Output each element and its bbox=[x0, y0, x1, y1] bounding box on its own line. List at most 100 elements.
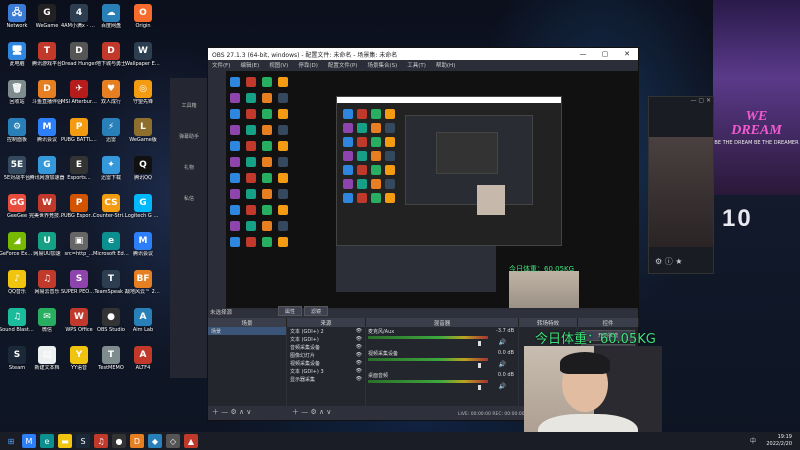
desktop-shortcut[interactable]: ☁ 百度网盘 bbox=[94, 4, 128, 40]
desktop-shortcut[interactable]: CSCounter-Strike Global Off... bbox=[93, 194, 129, 230]
close-icon[interactable]: ✕ bbox=[616, 50, 638, 58]
menu-item[interactable]: 帮助(H) bbox=[436, 61, 455, 69]
desktop-shortcut[interactable]: O Origin bbox=[126, 4, 160, 40]
scenes-list[interactable]: 场景 bbox=[208, 327, 286, 406]
visibility-icon[interactable]: 👁 bbox=[356, 344, 362, 350]
desktop-shortcut[interactable]: G Logitech G HUB bbox=[125, 194, 161, 230]
volume-slider[interactable] bbox=[478, 385, 481, 390]
side-message[interactable]: 私信 bbox=[170, 195, 208, 202]
desktop-shortcut[interactable]: ▣ src=http_... bbox=[62, 232, 96, 268]
clock[interactable]: 19:19 2022/2/20 bbox=[766, 434, 792, 448]
meeting-taskbar-icon[interactable]: M bbox=[22, 434, 36, 448]
desktop-shortcut[interactable]: Y YY语音 bbox=[62, 346, 96, 382]
visibility-icon[interactable]: 👁 bbox=[356, 376, 362, 382]
desktop-shortcut[interactable]: ● OBS Studio bbox=[94, 308, 128, 344]
side-gift[interactable]: 礼物 bbox=[170, 164, 208, 171]
menu-item[interactable]: 配置文件(P) bbox=[328, 61, 358, 69]
maximize-icon[interactable]: ▢ bbox=[594, 50, 616, 58]
desktop-shortcut[interactable]: 🖧 Network bbox=[0, 4, 34, 40]
desktop-shortcut[interactable]: T TestMEMO bbox=[94, 346, 128, 382]
game-toolbar-icons[interactable]: ⚙ ⓘ ★ bbox=[655, 256, 682, 267]
desktop-shortcut[interactable]: G WeGame bbox=[30, 4, 64, 40]
speaker-icon[interactable]: 🔊 bbox=[499, 383, 506, 390]
desktop-shortcut[interactable]: ▤ 新建文本档 bbox=[30, 346, 64, 382]
visibility-icon[interactable]: 👁 bbox=[356, 328, 362, 334]
desktop-shortcut[interactable]: E Esports... bbox=[62, 156, 96, 192]
desktop-shortcut[interactable]: 44AM小满x - 直播_热... bbox=[61, 4, 97, 40]
source-toolbar-icons[interactable]: ＋ — ⚙ ∧ ∨ bbox=[292, 407, 331, 417]
menu-item[interactable]: 工具(T) bbox=[407, 61, 426, 69]
menu-item[interactable]: 视图(V) bbox=[269, 61, 288, 69]
desktop-shortcut[interactable]: D Dread Hunger bbox=[61, 42, 97, 78]
mixer-channel[interactable]: 桌面音频 0.0 dB 🔊 bbox=[366, 371, 518, 393]
source-item[interactable]: 图像幻灯片 👁 bbox=[287, 351, 365, 359]
menu-item[interactable]: 文件(F) bbox=[212, 61, 230, 69]
desktop-shortcut[interactable]: W完美世界竞技平台 bbox=[29, 194, 65, 230]
douyu-taskbar-icon[interactable]: D bbox=[130, 434, 144, 448]
desktop-shortcut[interactable]: ♪ QQ音乐 bbox=[0, 270, 34, 306]
properties-button[interactable]: 属性 bbox=[278, 306, 302, 316]
desktop-shortcut[interactable]: ✦ 迅雷下载 bbox=[94, 156, 128, 192]
desktop-shortcut[interactable]: S Steam bbox=[0, 346, 34, 382]
desktop-shortcut[interactable]: 🖥 此电脑 bbox=[0, 42, 34, 78]
folder-taskbar-icon[interactable]: ▬ bbox=[58, 434, 72, 448]
desktop-shortcut[interactable]: ◢GeForce Experience bbox=[0, 232, 35, 268]
side-toolbox[interactable]: 工具箱 bbox=[170, 102, 208, 109]
app2-taskbar-icon[interactable]: ◇ bbox=[166, 434, 180, 448]
steam-taskbar-icon[interactable]: S bbox=[76, 434, 90, 448]
desktop-shortcut[interactable]: GG GeeGee bbox=[0, 194, 34, 230]
obs-titlebar[interactable]: OBS 27.1.3 (64-bit, windows) - 配置文件: 未命名… bbox=[208, 48, 638, 60]
edge-taskbar-icon[interactable]: e bbox=[40, 434, 54, 448]
desktop-shortcut[interactable]: D 斗鱼直播伴侣 bbox=[30, 80, 64, 116]
obs-preview[interactable]: 今日体重：60.05KG bbox=[226, 71, 638, 308]
audio-mixer[interactable]: 麦克风/Aux -3.7 dB 🔊 视频采集设备 0.0 dB 🔊 桌面音频 0.0 dB 🔊 bbox=[366, 327, 518, 406]
netease-taskbar-icon[interactable]: ♫ bbox=[94, 434, 108, 448]
window-controls[interactable]: — ▢ ✕ bbox=[690, 97, 711, 104]
desktop-shortcut[interactable]: ♥ 双人成行 bbox=[94, 80, 128, 116]
speaker-icon[interactable]: 🔊 bbox=[499, 361, 506, 368]
desktop-shortcut[interactable]: Q 腾讯QQ bbox=[126, 156, 160, 192]
side-danmu[interactable]: 弹幕助手 bbox=[170, 133, 208, 140]
volume-slider[interactable] bbox=[478, 341, 481, 346]
desktop-shortcut[interactable]: ⚡ 迅雷 bbox=[94, 118, 128, 154]
source-item[interactable]: 文本 (GDI+) 3 👁 bbox=[287, 367, 365, 375]
desktop-shortcut[interactable]: A ALTF4 bbox=[126, 346, 160, 382]
desktop-shortcut[interactable]: M 腾讯会议 bbox=[126, 232, 160, 268]
visibility-icon[interactable]: 👁 bbox=[356, 336, 362, 342]
desktop-shortcut[interactable]: L WeGame版 bbox=[126, 118, 160, 154]
desktop-shortcut[interactable]: T TeamSpeak 3 bbox=[94, 270, 128, 306]
source-item[interactable]: 显示器采集 👁 bbox=[287, 375, 365, 383]
mixer-channel[interactable]: 麦克风/Aux -3.7 dB 🔊 bbox=[366, 327, 518, 349]
source-item[interactable]: 文本 (GDI+) 2 👁 bbox=[287, 327, 365, 335]
mixer-channel[interactable]: 视频采集设备 0.0 dB 🔊 bbox=[366, 349, 518, 371]
desktop-shortcut[interactable]: BF 战地风云™ 2042 bbox=[125, 270, 161, 306]
desktop-shortcut[interactable]: G 腾讯网游加速器 bbox=[29, 156, 65, 192]
desktop-shortcut[interactable]: WWallpaper Engine:... bbox=[125, 42, 161, 78]
desktop-shortcut[interactable]: ✈ MSI Afterburner bbox=[61, 80, 97, 116]
source-item[interactable]: 音频采集设备 👁 bbox=[287, 343, 365, 351]
app-taskbar-icon[interactable]: ◆ bbox=[148, 434, 162, 448]
source-item[interactable]: 视频采集设备 👁 bbox=[287, 359, 365, 367]
desktop-shortcut[interactable]: U 网易UU加速 bbox=[30, 232, 64, 268]
desktop-shortcut[interactable]: PPUBG BATTLEGR... bbox=[61, 118, 97, 154]
menu-item[interactable]: 场景集合(S) bbox=[367, 61, 397, 69]
speaker-icon[interactable]: 🔊 bbox=[499, 339, 506, 346]
desktop-shortcut[interactable]: ♫Sound Blaster... bbox=[0, 308, 35, 344]
visibility-icon[interactable]: 👁 bbox=[356, 360, 362, 366]
menu-item[interactable]: 停靠(D) bbox=[298, 61, 318, 69]
desktop-shortcut[interactable]: e Microsoft Edge bbox=[93, 232, 129, 268]
desktop-shortcut[interactable]: 🗑 回收站 bbox=[0, 80, 34, 116]
filters-button[interactable]: 滤镜 bbox=[304, 306, 328, 316]
start-menu-icon[interactable]: ⊞ bbox=[4, 434, 18, 448]
desktop-shortcut[interactable]: T 腾讯游戏平台 bbox=[30, 42, 64, 78]
volume-slider[interactable] bbox=[478, 363, 481, 368]
game-window[interactable]: — ▢ ✕ 10 ⚙ ⓘ ★ bbox=[599, 96, 714, 274]
desktop-shortcut[interactable]: ♫ 网易云音乐 bbox=[30, 270, 64, 306]
desktop-shortcut[interactable]: ⚙ 控制面板 bbox=[0, 118, 34, 154]
minimize-icon[interactable]: — bbox=[572, 50, 594, 58]
desktop-shortcut[interactable]: SSUPER PEOPLE... bbox=[61, 270, 97, 306]
scene-toolbar-icons[interactable]: ＋ — ⚙ ∧ ∨ bbox=[212, 407, 251, 417]
lang-indicator[interactable]: 中 bbox=[750, 436, 756, 445]
menu-item[interactable]: 编辑(E) bbox=[240, 61, 259, 69]
desktop-shortcut[interactable]: P PUBG Esports... bbox=[61, 194, 97, 230]
